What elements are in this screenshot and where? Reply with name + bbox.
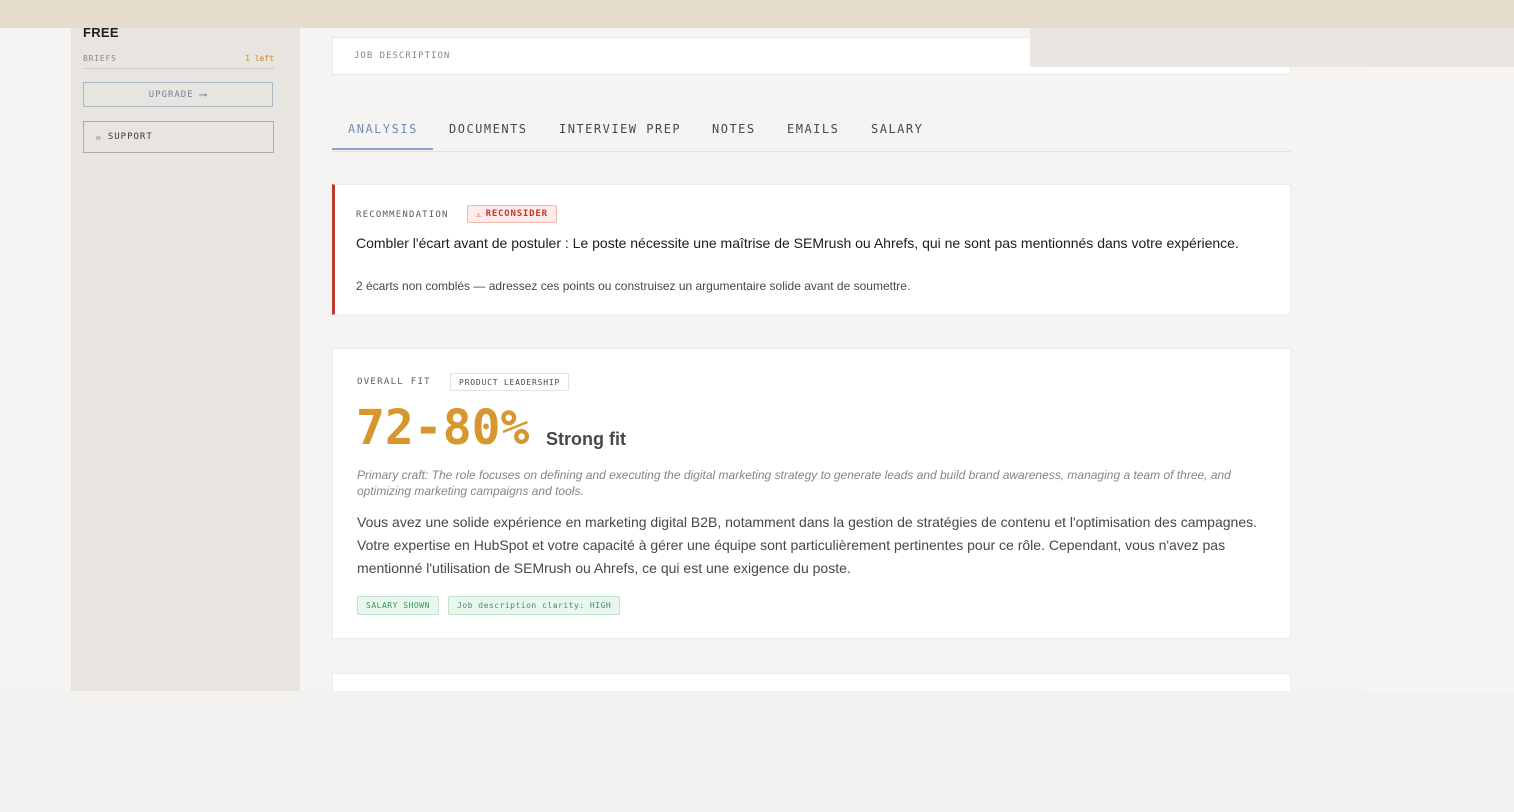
upgrade-button[interactable]: UPGRADE ⟶ [83, 82, 273, 107]
briefs-count: 1 left [245, 54, 274, 63]
briefs-label: BRIEFS [83, 54, 117, 63]
page-footer-area [0, 691, 1514, 812]
category-badge: PRODUCT LEADERSHIP [450, 373, 570, 391]
recommendation-title: Combler l'écart avant de postuler : Le p… [356, 235, 1239, 251]
tag-salary-shown: SALARY SHOWN [357, 596, 439, 615]
sidebar: FREE BRIEFS 1 left UPGRADE ⟶ ✉ SUPPORT [71, 25, 300, 691]
next-card [332, 673, 1291, 691]
support-label: SUPPORT [107, 132, 153, 142]
mail-icon: ✉ [96, 132, 102, 142]
overall-fit-card: OVERALL FIT PRODUCT LEADERSHIP 72-80% St… [332, 348, 1291, 639]
recommendation-badge-text: RECONSIDER [485, 209, 548, 219]
recommendation-label: RECOMMENDATION [356, 210, 449, 220]
primary-craft-text: Primary craft: The role focuses on defin… [357, 468, 1231, 498]
tab-analysis[interactable]: ANALYSIS [348, 122, 418, 136]
tab-notes[interactable]: NOTES [712, 122, 756, 136]
tab-bar: ANALYSIS DOCUMENTS INTERVIEW PREP NOTES … [332, 108, 1291, 152]
overall-fit-label: OVERALL FIT [357, 377, 431, 387]
plan-name: FREE [83, 25, 119, 40]
tab-emails[interactable]: EMAILS [787, 122, 839, 136]
right-panel [1365, 28, 1514, 691]
top-banner [0, 0, 1514, 28]
fit-score: 72-80% [356, 400, 530, 456]
active-tab-indicator [332, 148, 433, 150]
recommendation-card: RECOMMENDATION ⚠ RECONSIDER Combler l'éc… [332, 184, 1291, 315]
fit-summary: Vous avez une solide expérience en marke… [357, 514, 1257, 576]
job-description-label: JOB DESCRIPTION [354, 51, 451, 61]
overlay-panel [1030, 28, 1514, 67]
arrow-right-icon: ⟶ [199, 88, 208, 101]
tab-salary[interactable]: SALARY [871, 122, 923, 136]
recommendation-subtitle: 2 écarts non comblés — adressez ces poin… [356, 279, 911, 293]
recommendation-badge: ⚠ RECONSIDER [467, 205, 557, 223]
briefs-usage: BRIEFS 1 left [83, 52, 274, 69]
support-button[interactable]: ✉ SUPPORT [83, 121, 274, 153]
upgrade-label: UPGRADE [148, 89, 194, 100]
tag-jd-clarity: Job description clarity: HIGH [448, 596, 621, 615]
tab-documents[interactable]: DOCUMENTS [449, 122, 528, 136]
warning-icon: ⚠ [476, 209, 482, 219]
tab-interview-prep[interactable]: INTERVIEW PREP [559, 122, 681, 136]
fit-verdict: Strong fit [546, 429, 626, 449]
